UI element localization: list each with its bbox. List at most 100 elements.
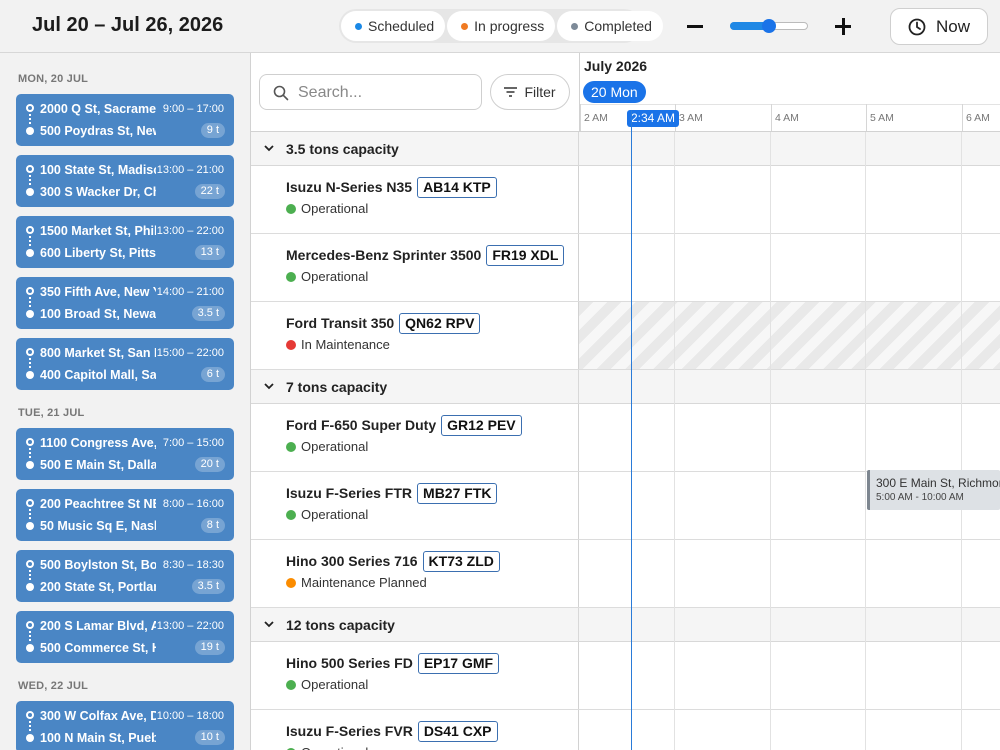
vehicle-name-line: Mercedes-Benz Sprinter 3500 FR19 XDL (286, 245, 565, 266)
trip-card[interactable]: 200 Peachtree St NE, Atlanta 50 Music Sq … (16, 489, 234, 541)
origin-point-icon (26, 438, 34, 446)
trip-card[interactable]: 1500 Market St, Philadelphia 600 Liberty … (16, 216, 234, 268)
schedule-lane[interactable] (578, 234, 1000, 301)
trip-origin: 350 Fifth Ave, New York (40, 285, 156, 299)
trip-card[interactable]: 200 S Lamar Blvd, Austin 500 Commerce St,… (16, 611, 234, 663)
hour-tick (771, 104, 772, 131)
vehicle-name: Ford F-650 Super Duty (286, 417, 437, 433)
trip-destination: 50 Music Sq E, Nashville (40, 519, 156, 533)
trip-card[interactable]: 800 Market St, San Francisco 400 Capitol … (16, 338, 234, 390)
trip-destination: 100 Broad St, Newark (40, 307, 156, 321)
chevron-down-icon[interactable] (263, 618, 275, 630)
load-badge: 10 t (194, 730, 225, 745)
capacity-group-header[interactable]: 7 tons capacity (251, 370, 1000, 404)
vehicle-row[interactable]: Isuzu F-Series FVRDS41 CXP Operational (251, 710, 1000, 750)
vehicle-row[interactable]: Ford F-650 Super Duty GR12 PEV Operational (251, 404, 1000, 472)
route-connector (29, 297, 31, 309)
destination-point-icon (26, 644, 34, 652)
schedule-lane[interactable] (578, 166, 1000, 233)
license-plate: KT73 ZLD (422, 551, 500, 572)
capacity-group-header[interactable]: 12 tons capacity (251, 608, 1000, 642)
trip-list-panel: MON, 20 JUL 2000 Q St, Sacramento 500 Poyd… (0, 53, 251, 750)
search-field[interactable] (259, 74, 482, 110)
vehicle-row[interactable]: Isuzu N-Series N35 AB14 KTP Operational (251, 166, 1000, 234)
status-dot-icon (286, 577, 296, 588)
zoom-in-button[interactable] (832, 14, 854, 38)
vehicle-row[interactable]: Hino 300 Series 716 KT73 ZLD Maintenance P… (251, 540, 1000, 608)
now-button[interactable]: Now (890, 8, 988, 45)
vehicle-row[interactable]: Ford Transit 350 QN62 RPV In Maintenance (251, 302, 1000, 370)
trip-time: 13:00 – 22:00 (156, 620, 224, 632)
current-day-pill[interactable]: 20 Mon (583, 81, 646, 103)
zoom-out-button[interactable] (684, 14, 706, 38)
vehicle-status: Maintenance Planned (286, 575, 427, 590)
filter-button[interactable]: Filter (490, 74, 570, 110)
status-dot-icon (286, 203, 296, 214)
schedule-lane[interactable] (578, 404, 1000, 471)
license-plate: FR19 XDL (486, 245, 565, 266)
destination-point-icon (26, 522, 34, 530)
trip-card[interactable]: 350 Fifth Ave, New York 100 Broad St, New… (16, 277, 234, 329)
chevron-down-icon[interactable] (263, 142, 275, 154)
capacity-group-header[interactable]: 3.5 tons capacity (251, 132, 1000, 166)
schedule-lane[interactable] (578, 710, 1000, 750)
trip-card[interactable]: 300 W Colfax Ave, Denver 100 N Main St, P… (16, 701, 234, 750)
status-dot-icon (286, 441, 296, 452)
legend-in-progress[interactable]: In progress (447, 11, 556, 41)
route-connector (29, 509, 31, 521)
trip-origin: 300 W Colfax Ave, Denver (40, 709, 156, 723)
hour-tick (866, 104, 867, 131)
vehicle-name-line: Hino 300 Series 716 KT73 ZLD (286, 551, 500, 572)
trip-origin: 500 Boylston St, Boston (40, 558, 156, 572)
origin-point-icon (26, 165, 34, 173)
load-badge: 9 t (200, 123, 225, 138)
trip-card[interactable]: 500 Boylston St, Boston 200 State St, Por… (16, 550, 234, 602)
legend-scheduled[interactable]: Scheduled (341, 11, 446, 41)
clock-icon (908, 18, 926, 35)
trip-card[interactable]: 100 State St, Madison 300 S Wacker Dr, Ch… (16, 155, 234, 207)
origin-point-icon (26, 711, 34, 719)
maintenance-lane[interactable] (578, 302, 1000, 369)
vehicle-status: Operational (286, 507, 368, 522)
destination-point-icon (26, 127, 34, 135)
vehicle-name: Isuzu F-Series FVR (286, 723, 413, 739)
route-connector (29, 358, 31, 370)
filter-label: Filter (524, 84, 556, 100)
status-label: Operational (301, 269, 369, 284)
license-plate: DS41 CXP (417, 721, 498, 742)
trip-origin: 2000 Q St, Sacramento (40, 102, 156, 116)
scheduled-dot-icon (355, 22, 362, 30)
top-bar: Jul 20 – Jul 26, 2026 Scheduled In progr… (0, 0, 1000, 53)
license-plate: GR12 PEV (441, 415, 522, 436)
trip-origin: 1100 Congress Ave, Austin (40, 436, 156, 450)
search-input[interactable] (298, 81, 473, 105)
now-button-label: Now (935, 16, 970, 36)
group-title: 3.5 tons capacity (286, 141, 399, 157)
trip-time: 15:00 – 22:00 (156, 347, 224, 359)
group-title: 12 tons capacity (286, 617, 395, 633)
trip-event[interactable]: 300 E Main St, Richmond 5:00 AM - 10:00 … (867, 470, 1000, 510)
load-badge: 22 t (194, 184, 225, 199)
vehicle-name-line: Isuzu F-Series FVR DS41 CXP (286, 721, 498, 742)
origin-point-icon (26, 499, 34, 507)
vehicle-name-line: Ford Transit 350 QN62 RPV (286, 313, 481, 334)
destination-point-icon (26, 583, 34, 591)
chevron-down-icon[interactable] (263, 380, 275, 392)
route-connector (29, 721, 31, 733)
vehicle-row[interactable]: Mercedes-Benz Sprinter 3500 FR19 XDL Opera… (251, 234, 1000, 302)
schedule-lane[interactable] (578, 642, 1000, 709)
route-connector (29, 448, 31, 460)
zoom-slider-thumb[interactable] (762, 19, 776, 33)
load-badge: 13 t (194, 245, 225, 260)
trip-card[interactable]: 1100 Congress Ave, Austin 500 E Main St, … (16, 428, 234, 480)
date-range-title: Jul 20 – Jul 26, 2026 (32, 14, 224, 36)
vehicle-name: Ford Transit 350 (286, 315, 395, 331)
schedule-lane[interactable] (578, 540, 1000, 607)
legend-completed[interactable]: Completed (557, 11, 663, 41)
vehicle-status: Operational (286, 269, 368, 284)
vehicle-name: Isuzu F-Series FTR (286, 485, 413, 501)
trip-card[interactable]: 2000 Q St, Sacramento 500 Poydras St, New… (16, 94, 234, 146)
zoom-slider[interactable] (730, 19, 808, 33)
license-plate: AB14 KTP (417, 177, 497, 198)
vehicle-row[interactable]: Hino 500 Series FD EP17 GMF Operational (251, 642, 1000, 710)
